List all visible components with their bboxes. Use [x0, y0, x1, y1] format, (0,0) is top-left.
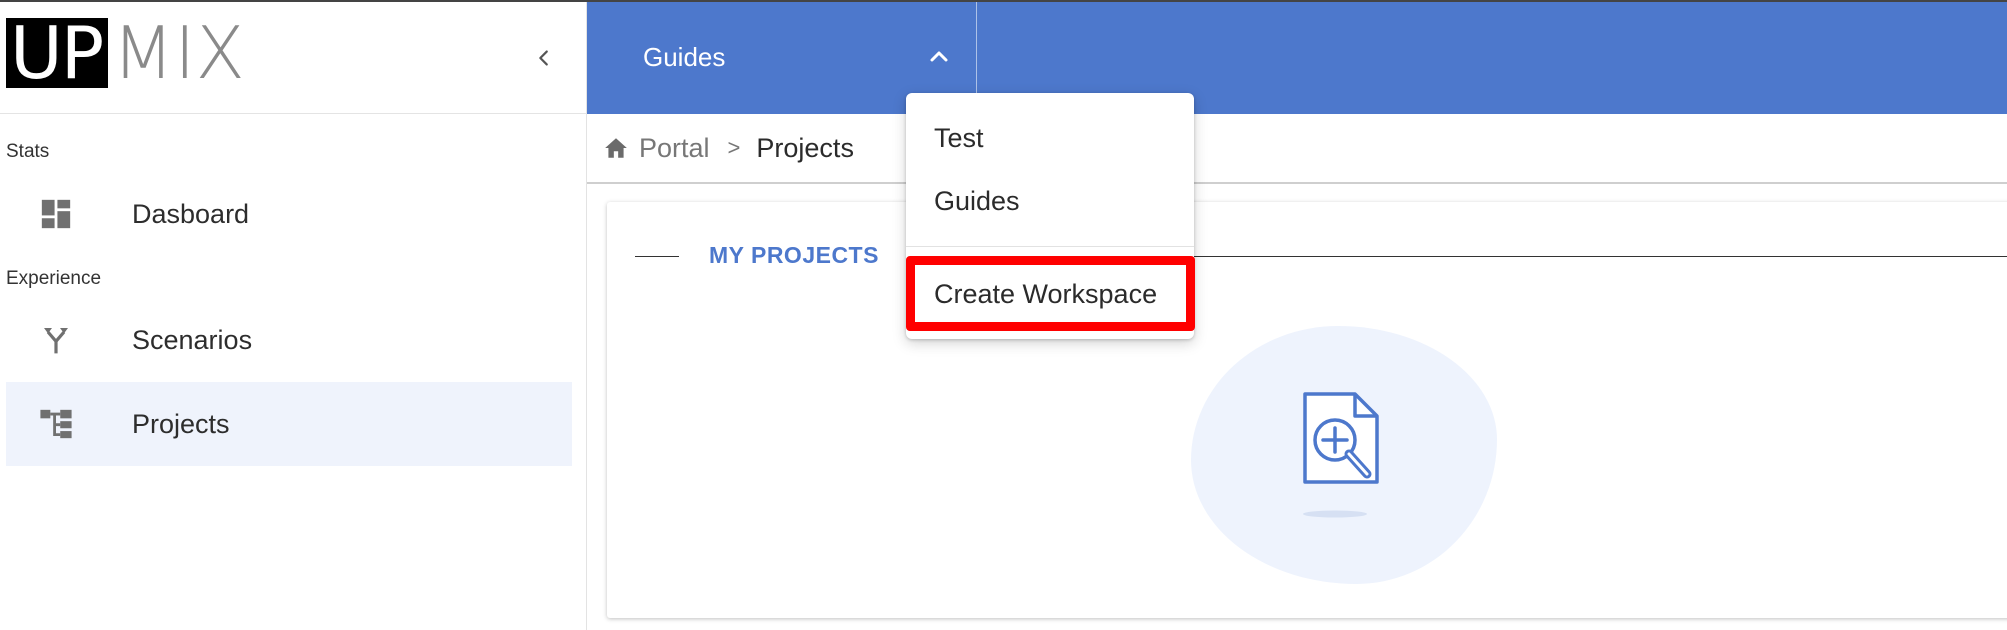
menu-item-guides[interactable]: Guides [906, 172, 1194, 230]
sidebar-item-dashboard[interactable]: Dasboard [6, 172, 572, 256]
sidebar-item-scenarios[interactable]: Scenarios [6, 298, 572, 382]
title-rule-right [1093, 256, 2007, 257]
highlight-box [906, 256, 1195, 331]
menu-item-test[interactable]: Test [906, 109, 1194, 167]
breadcrumb-portal-link[interactable]: Portal [639, 133, 710, 164]
section-label-experience: Experience [6, 268, 102, 289]
breadcrumb-separator: > [727, 135, 741, 160]
file-search-icon [1303, 392, 1379, 518]
card-title: MY PROJECTS [709, 242, 879, 268]
fork-icon [38, 322, 74, 358]
breadcrumb: Portal > Projects [587, 114, 2007, 184]
logo-text-mix: MIX [112, 11, 245, 95]
app-logo: UP MIX [6, 11, 245, 95]
sidebar-divider [0, 113, 587, 114]
top-bar: Guides [587, 2, 2007, 114]
menu-divider [906, 246, 1194, 247]
sidebar-item-label: Projects [132, 408, 230, 439]
logo-text-up: UP [6, 17, 109, 89]
dashboard-icon [38, 196, 74, 232]
workspace-select-label: Guides [643, 42, 726, 72]
chevron-up-icon [930, 51, 948, 62]
section-label-stats: Stats [6, 141, 50, 162]
workspace-menu: Test Guides Create Workspace [906, 93, 1195, 339]
sidebar-item-label: Dasboard [132, 198, 250, 229]
chevron-left-icon [539, 50, 548, 66]
home-icon[interactable] [603, 134, 631, 162]
title-rule-left [635, 256, 679, 257]
sidebar-item-label: Scenarios [132, 324, 253, 355]
sidebar: UP MIX Stats Dasboard Experience Scenari… [0, 2, 587, 630]
collapse-sidebar-button[interactable] [528, 42, 560, 74]
projects-card: MY PROJECTS [607, 202, 2007, 618]
sidebar-item-projects[interactable]: Projects [6, 382, 572, 466]
hierarchy-icon [38, 406, 74, 442]
breadcrumb-current: Projects [756, 132, 854, 163]
